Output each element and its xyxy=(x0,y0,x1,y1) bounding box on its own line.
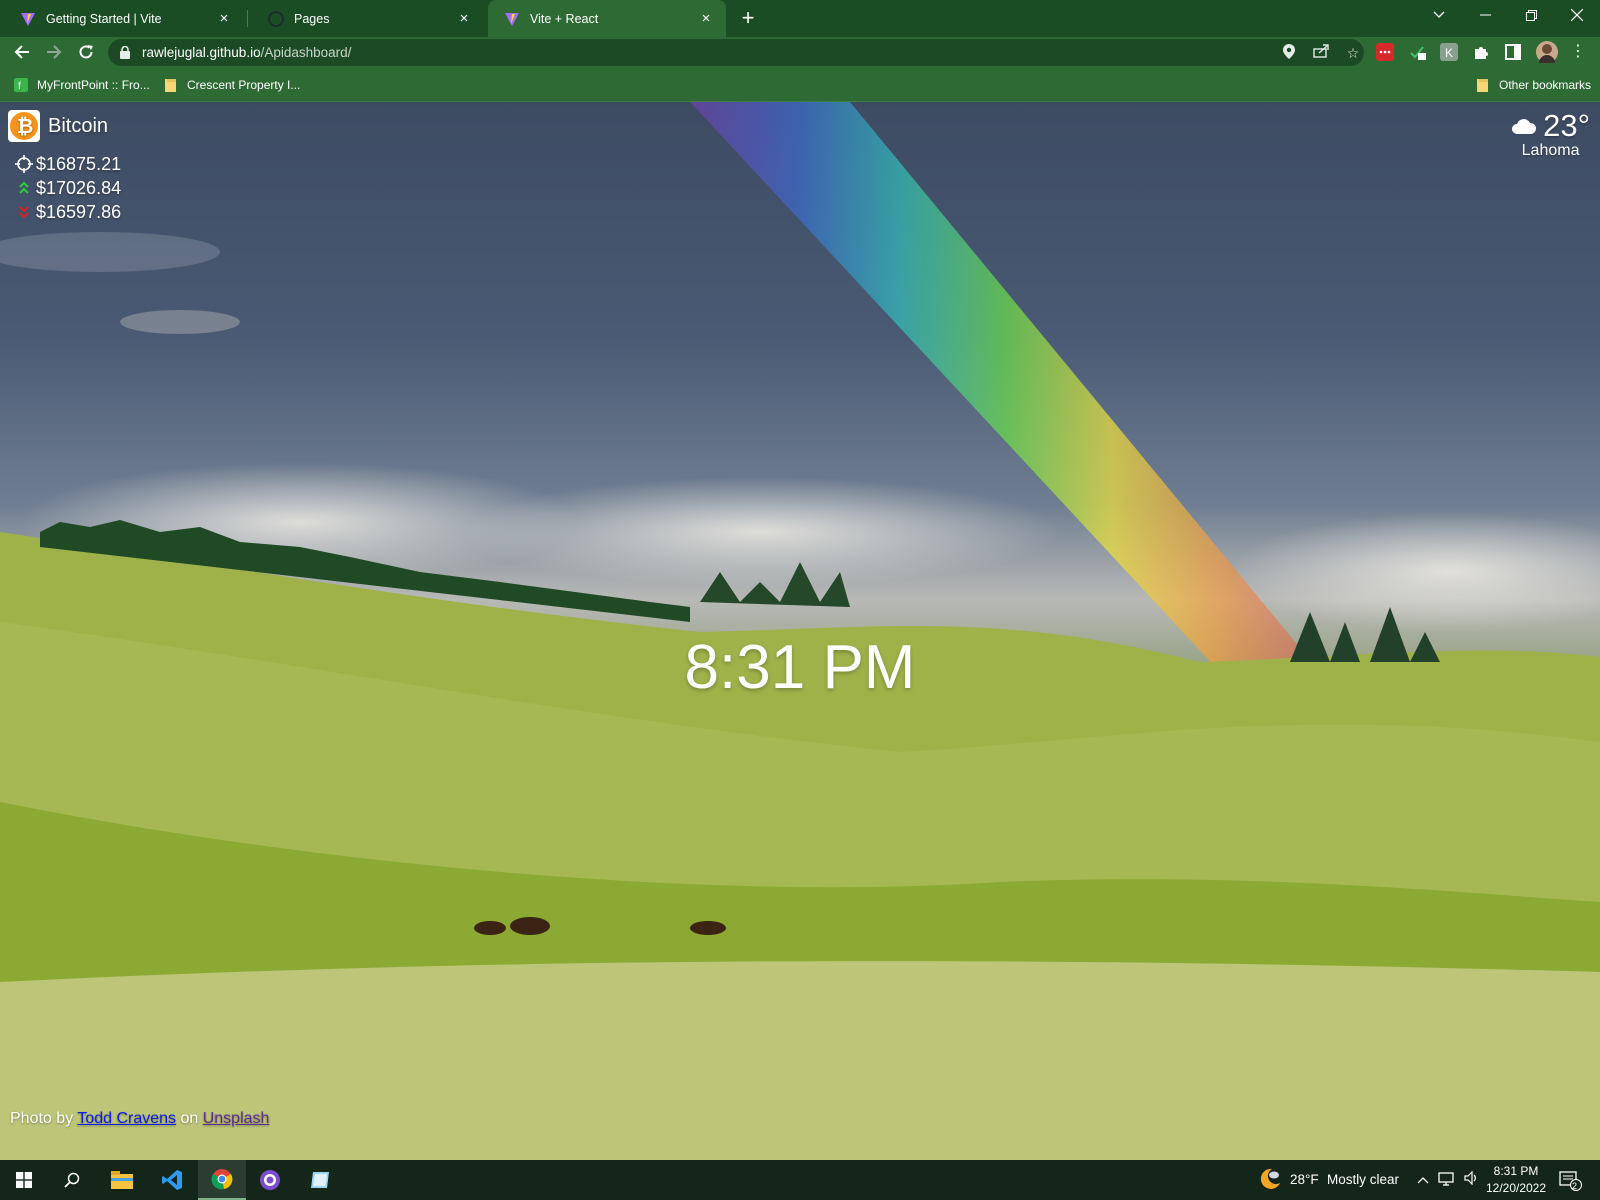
vite-icon xyxy=(21,12,35,26)
browser-toolbar: rawlejuglal.github.io/Apidashboard/ ☆ K … xyxy=(0,37,1600,67)
vscode-icon xyxy=(162,1170,182,1190)
weather-city: Lahoma xyxy=(1521,142,1580,159)
notes-app-button[interactable] xyxy=(296,1160,344,1200)
vscode-button[interactable] xyxy=(148,1160,196,1200)
landscape-background-image xyxy=(0,102,1600,1160)
side-panel-icon[interactable] xyxy=(1504,43,1522,61)
search-icon xyxy=(64,1172,80,1188)
photo-credit: Photo by Todd Cravens on Unsplash xyxy=(10,1110,270,1127)
moon-weather-icon xyxy=(1260,1168,1280,1189)
svg-text:₿: ₿ xyxy=(17,116,33,138)
file-explorer-button[interactable] xyxy=(98,1160,146,1200)
low-price: $16597.86 xyxy=(14,200,121,224)
chrome-button[interactable] xyxy=(198,1160,246,1200)
cloud-icon xyxy=(1512,119,1537,134)
new-tab-button[interactable]: + xyxy=(736,6,760,30)
minimize-button[interactable] xyxy=(1462,0,1508,30)
bookmark-star-icon[interactable]: ☆ xyxy=(1344,44,1362,62)
notification-count-badge: 2 xyxy=(1572,1181,1578,1191)
weather-widget: 23° Lahoma xyxy=(1511,108,1590,160)
extensions-puzzle-icon[interactable] xyxy=(1472,43,1490,61)
start-button[interactable] xyxy=(0,1160,48,1200)
restore-button[interactable] xyxy=(1508,0,1554,30)
folder-icon xyxy=(1477,79,1488,92)
tab-getting-started[interactable]: Getting Started | Vite × xyxy=(4,0,244,37)
folder-icon xyxy=(111,1171,133,1189)
frontpoint-icon: f xyxy=(14,78,28,92)
reload-button[interactable] xyxy=(74,40,98,64)
svg-text:K: K xyxy=(1445,46,1453,60)
arrow-down-icon xyxy=(14,203,34,221)
address-bar[interactable]: rawlejuglal.github.io/Apidashboard/ ☆ xyxy=(108,39,1364,66)
speaker-icon[interactable] xyxy=(1462,1170,1480,1189)
network-icon[interactable] xyxy=(1438,1171,1456,1189)
taskbar-weather-temp[interactable]: 28°F xyxy=(1290,1172,1319,1187)
profile-avatar[interactable] xyxy=(1536,41,1558,63)
share-icon[interactable] xyxy=(1312,44,1330,62)
bookmark-crescent-property[interactable]: Crescent Property I... xyxy=(164,75,300,95)
close-tab-icon[interactable]: × xyxy=(216,10,232,27)
bookmarks-bar: f MyFrontPoint :: Fro... Crescent Proper… xyxy=(0,67,1600,102)
taskbar-weather-text[interactable]: Mostly clear xyxy=(1327,1172,1399,1187)
target-icon xyxy=(14,155,34,173)
taskbar-clock[interactable]: 8:31 PM 12/20/2022 xyxy=(1484,1163,1548,1197)
tab-pages[interactable]: Pages × xyxy=(252,0,484,37)
coin-name: Bitcoin xyxy=(48,114,109,137)
menu-dots-icon[interactable]: ⋮ xyxy=(1568,40,1588,64)
bookmark-myfrontpoint[interactable]: f MyFrontPoint :: Fro... xyxy=(14,75,150,95)
forward-button[interactable] xyxy=(42,40,66,64)
svg-text:f: f xyxy=(18,81,21,92)
close-tab-icon[interactable]: × xyxy=(456,10,472,27)
notes-icon xyxy=(311,1172,329,1188)
dashboard-page: ₿ Bitcoin $16875.21 $17026.84 $16597.86 xyxy=(0,102,1600,1160)
extension-k-icon[interactable]: K xyxy=(1440,43,1458,61)
coin-header: ₿ Bitcoin xyxy=(8,110,121,142)
vite-icon xyxy=(505,12,519,26)
tab-separator xyxy=(247,10,248,27)
windows-icon xyxy=(16,1172,32,1188)
weather-temperature: 23° xyxy=(1543,108,1590,143)
lastpass-extension-icon[interactable] xyxy=(1376,43,1394,61)
close-window-button[interactable] xyxy=(1554,0,1600,30)
bitcoin-logo-icon: ₿ xyxy=(8,110,40,142)
chrome-icon xyxy=(211,1169,233,1190)
folder-icon xyxy=(165,79,176,92)
notifications-icon[interactable]: 2 xyxy=(1558,1171,1584,1191)
tab-search-chevron-icon[interactable] xyxy=(1416,0,1462,30)
crypto-widget: ₿ Bitcoin $16875.21 $17026.84 $16597.86 xyxy=(8,110,121,224)
tab-vite-react[interactable]: Vite + React × xyxy=(488,0,726,37)
time-display: 8:31 PM xyxy=(684,633,916,702)
github-desktop-button[interactable] xyxy=(246,1160,294,1200)
close-tab-icon[interactable]: × xyxy=(698,10,714,27)
other-bookmarks[interactable]: Other bookmarks xyxy=(1476,75,1591,95)
url-text: rawlejuglal.github.io/Apidashboard/ xyxy=(142,45,352,60)
back-button[interactable] xyxy=(10,40,34,64)
tab-strip: Getting Started | Vite × Pages × Vite + … xyxy=(0,0,1600,37)
github-desktop-icon xyxy=(260,1170,280,1190)
photographer-link[interactable]: Todd Cravens xyxy=(77,1110,176,1127)
github-icon xyxy=(268,10,284,27)
extension-check-icon[interactable] xyxy=(1408,43,1426,61)
search-button[interactable] xyxy=(48,1160,96,1200)
unsplash-link[interactable]: Unsplash xyxy=(203,1110,270,1127)
lock-icon xyxy=(120,46,130,59)
current-price: $16875.21 xyxy=(14,152,121,176)
arrow-up-icon xyxy=(14,179,34,197)
windows-taskbar: 28°F Mostly clear 8:31 PM 12/20/2022 2 xyxy=(0,1160,1600,1200)
location-icon[interactable] xyxy=(1280,44,1298,62)
high-price: $17026.84 xyxy=(14,176,121,200)
show-hidden-icons-chevron-icon[interactable] xyxy=(1414,1171,1432,1189)
